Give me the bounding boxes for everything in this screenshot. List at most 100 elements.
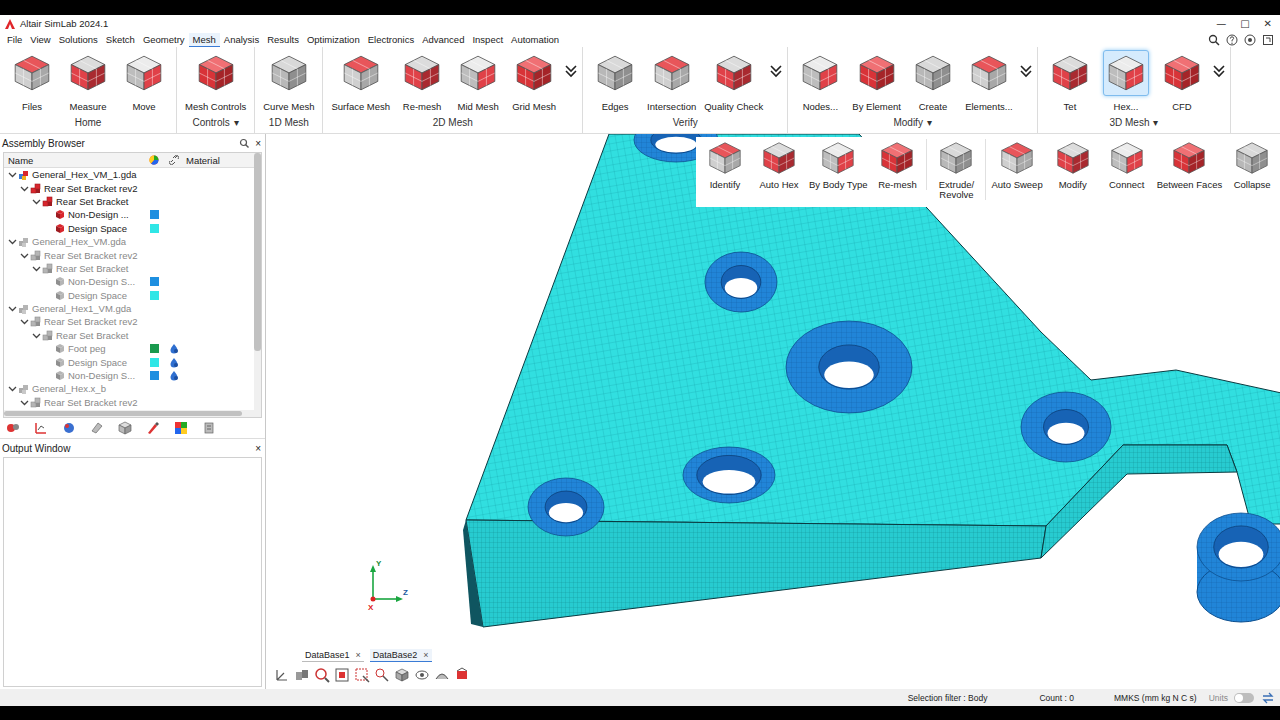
hex-tool-label[interactable]: Identify xyxy=(710,180,741,190)
selection-filter[interactable]: Selection filter : Body xyxy=(908,693,988,703)
axis-triad[interactable]: YZX xyxy=(361,559,411,619)
hex-tool-button[interactable]: Extrude/ Revolve xyxy=(929,139,983,200)
hex-tool-icon[interactable] xyxy=(1054,139,1092,177)
material-icon[interactable] xyxy=(169,370,179,381)
tree-row[interactable]: Design Space xyxy=(4,289,254,302)
tree-row-label[interactable]: Design Space xyxy=(68,290,127,301)
hex-tool-icon[interactable] xyxy=(878,139,916,177)
close-button[interactable]: × xyxy=(255,138,261,149)
expanded-chevron-icon[interactable] xyxy=(20,251,29,260)
expanded-chevron-icon[interactable] xyxy=(32,264,41,273)
ribbon-button[interactable]: Files xyxy=(4,50,60,112)
ribbon-button-label[interactable]: Hex... xyxy=(1114,101,1139,112)
ribbon-button[interactable]: Create xyxy=(905,50,961,112)
hex-tool-button[interactable]: Auto Sweep xyxy=(988,139,1045,190)
ribbon-button-label[interactable]: Curve Mesh xyxy=(263,101,314,112)
tree-row-label[interactable]: Rear Set Bracket rev2 xyxy=(44,250,137,261)
tree-row[interactable]: Non-Design S... xyxy=(4,369,254,382)
menu-item[interactable]: Sketch xyxy=(102,33,139,47)
tree-row-label[interactable]: Non-Design S... xyxy=(68,370,135,381)
hex-tool-button[interactable]: Identify xyxy=(698,139,752,190)
ribbon-button[interactable]: Intersection xyxy=(643,50,700,112)
palette-icon[interactable] xyxy=(174,421,188,435)
hex-tool-button[interactable]: By Body Type xyxy=(806,139,870,190)
expander[interactable] xyxy=(20,184,30,193)
ribbon-button[interactable]: Elements... xyxy=(961,50,1017,112)
fit-icon[interactable] xyxy=(334,667,350,683)
mesh-tool-icon[interactable] xyxy=(651,52,693,94)
menu-item[interactable]: Automation xyxy=(507,33,563,47)
hex-tool-label[interactable]: Between Faces xyxy=(1157,180,1222,190)
ribbon-button[interactable]: Edges xyxy=(587,50,643,112)
mesh-tool-icon[interactable] xyxy=(123,52,165,94)
group-dropdown-arrow[interactable]: ▾ xyxy=(234,117,239,128)
material-icon[interactable] xyxy=(169,357,179,368)
tree-row-label[interactable]: Rear Set Bracket rev2 xyxy=(44,183,137,194)
hex-tool-icon[interactable] xyxy=(760,139,798,177)
expanded-chevron-icon[interactable] xyxy=(20,184,29,193)
search-icon[interactable] xyxy=(239,138,249,148)
mesh-tool-icon[interactable] xyxy=(799,52,841,94)
ribbon-button[interactable]: By Element xyxy=(848,50,905,112)
tree-row[interactable]: Non-Design ... xyxy=(4,208,254,221)
scroll-thumb[interactable] xyxy=(254,153,261,351)
ribbon-button[interactable]: Mesh Controls xyxy=(181,50,250,112)
database-tab[interactable]: DataBase2× xyxy=(370,649,432,662)
column-header[interactable]: Material xyxy=(186,155,220,166)
tree-row-label[interactable]: Foot peg xyxy=(68,343,106,354)
hex-tool-icon[interactable] xyxy=(937,139,975,177)
tree-row-label[interactable]: Design Space xyxy=(68,223,127,234)
ribbon-button[interactable]: Quality Check xyxy=(700,50,767,112)
notes-icon[interactable] xyxy=(202,421,216,435)
hex-tool-icon[interactable] xyxy=(1233,139,1271,177)
close-button[interactable]: × xyxy=(255,443,261,454)
hex-tool-label[interactable]: Auto Hex xyxy=(759,180,798,190)
ribbon-button[interactable]: Mid Mesh xyxy=(450,50,506,112)
more-chevron-icon[interactable] xyxy=(1019,64,1033,78)
cube-icon[interactable] xyxy=(118,421,132,435)
more-chevron-icon[interactable] xyxy=(564,64,578,78)
expanded-chevron-icon[interactable] xyxy=(8,237,17,246)
mesh-tool-icon[interactable] xyxy=(1049,52,1091,94)
expander[interactable] xyxy=(8,170,18,179)
units-toggle[interactable] xyxy=(1234,693,1254,703)
iso-view-icon[interactable] xyxy=(394,667,410,683)
mesh-tool-icon[interactable] xyxy=(713,52,755,94)
expanded-chevron-icon[interactable] xyxy=(32,331,41,340)
help-icon[interactable] xyxy=(1226,34,1238,46)
expanded-chevron-icon[interactable] xyxy=(32,197,41,206)
hex-tool-label[interactable]: By Body Type xyxy=(809,180,867,190)
expander[interactable] xyxy=(20,398,30,407)
tree-row-label[interactable]: Rear Set Bracket xyxy=(56,330,128,341)
layout-icon[interactable] xyxy=(1262,34,1274,46)
settings-icon[interactable] xyxy=(1244,34,1256,46)
mesh-tool-icon[interactable] xyxy=(11,52,53,94)
expander[interactable] xyxy=(32,331,42,340)
hex-tool-label[interactable]: Extrude/ Revolve xyxy=(939,180,974,200)
unit-system[interactable]: MMKS (mm kg N C s) xyxy=(1114,693,1197,703)
mesh-tool-icon[interactable] xyxy=(912,52,954,94)
color-wheel-icon[interactable] xyxy=(149,155,159,165)
tab-close-button[interactable]: × xyxy=(423,649,428,661)
link-icon[interactable] xyxy=(169,155,179,165)
color-swatch[interactable] xyxy=(150,291,159,300)
menu-item[interactable]: Inspect xyxy=(468,33,507,47)
tree-row[interactable]: Non-Design S... xyxy=(4,275,254,288)
menu-item[interactable]: Mesh xyxy=(189,33,220,47)
shading-icon[interactable] xyxy=(434,667,450,683)
ribbon-button-label[interactable]: Re-mesh xyxy=(403,101,442,112)
scroll-thumb[interactable] xyxy=(4,411,242,416)
material-icon[interactable] xyxy=(169,343,179,354)
brush-icon[interactable] xyxy=(146,421,160,435)
mesh-tool-icon[interactable] xyxy=(594,52,636,94)
hex-tool-icon[interactable] xyxy=(706,139,744,177)
tree-row[interactable]: General_Hex.x_b xyxy=(4,382,254,395)
ribbon-button-label[interactable]: CFD xyxy=(1172,101,1192,112)
more-chevron-icon[interactable] xyxy=(769,64,783,78)
ribbon-button-label[interactable]: Surface Mesh xyxy=(331,101,390,112)
database-tab[interactable]: DataBase1× xyxy=(302,649,364,662)
expanded-chevron-icon[interactable] xyxy=(8,304,17,313)
vertical-scrollbar[interactable] xyxy=(254,153,261,417)
hex-tool-label[interactable]: Connect xyxy=(1109,180,1144,190)
ribbon-button[interactable]: Hex... xyxy=(1098,50,1154,112)
